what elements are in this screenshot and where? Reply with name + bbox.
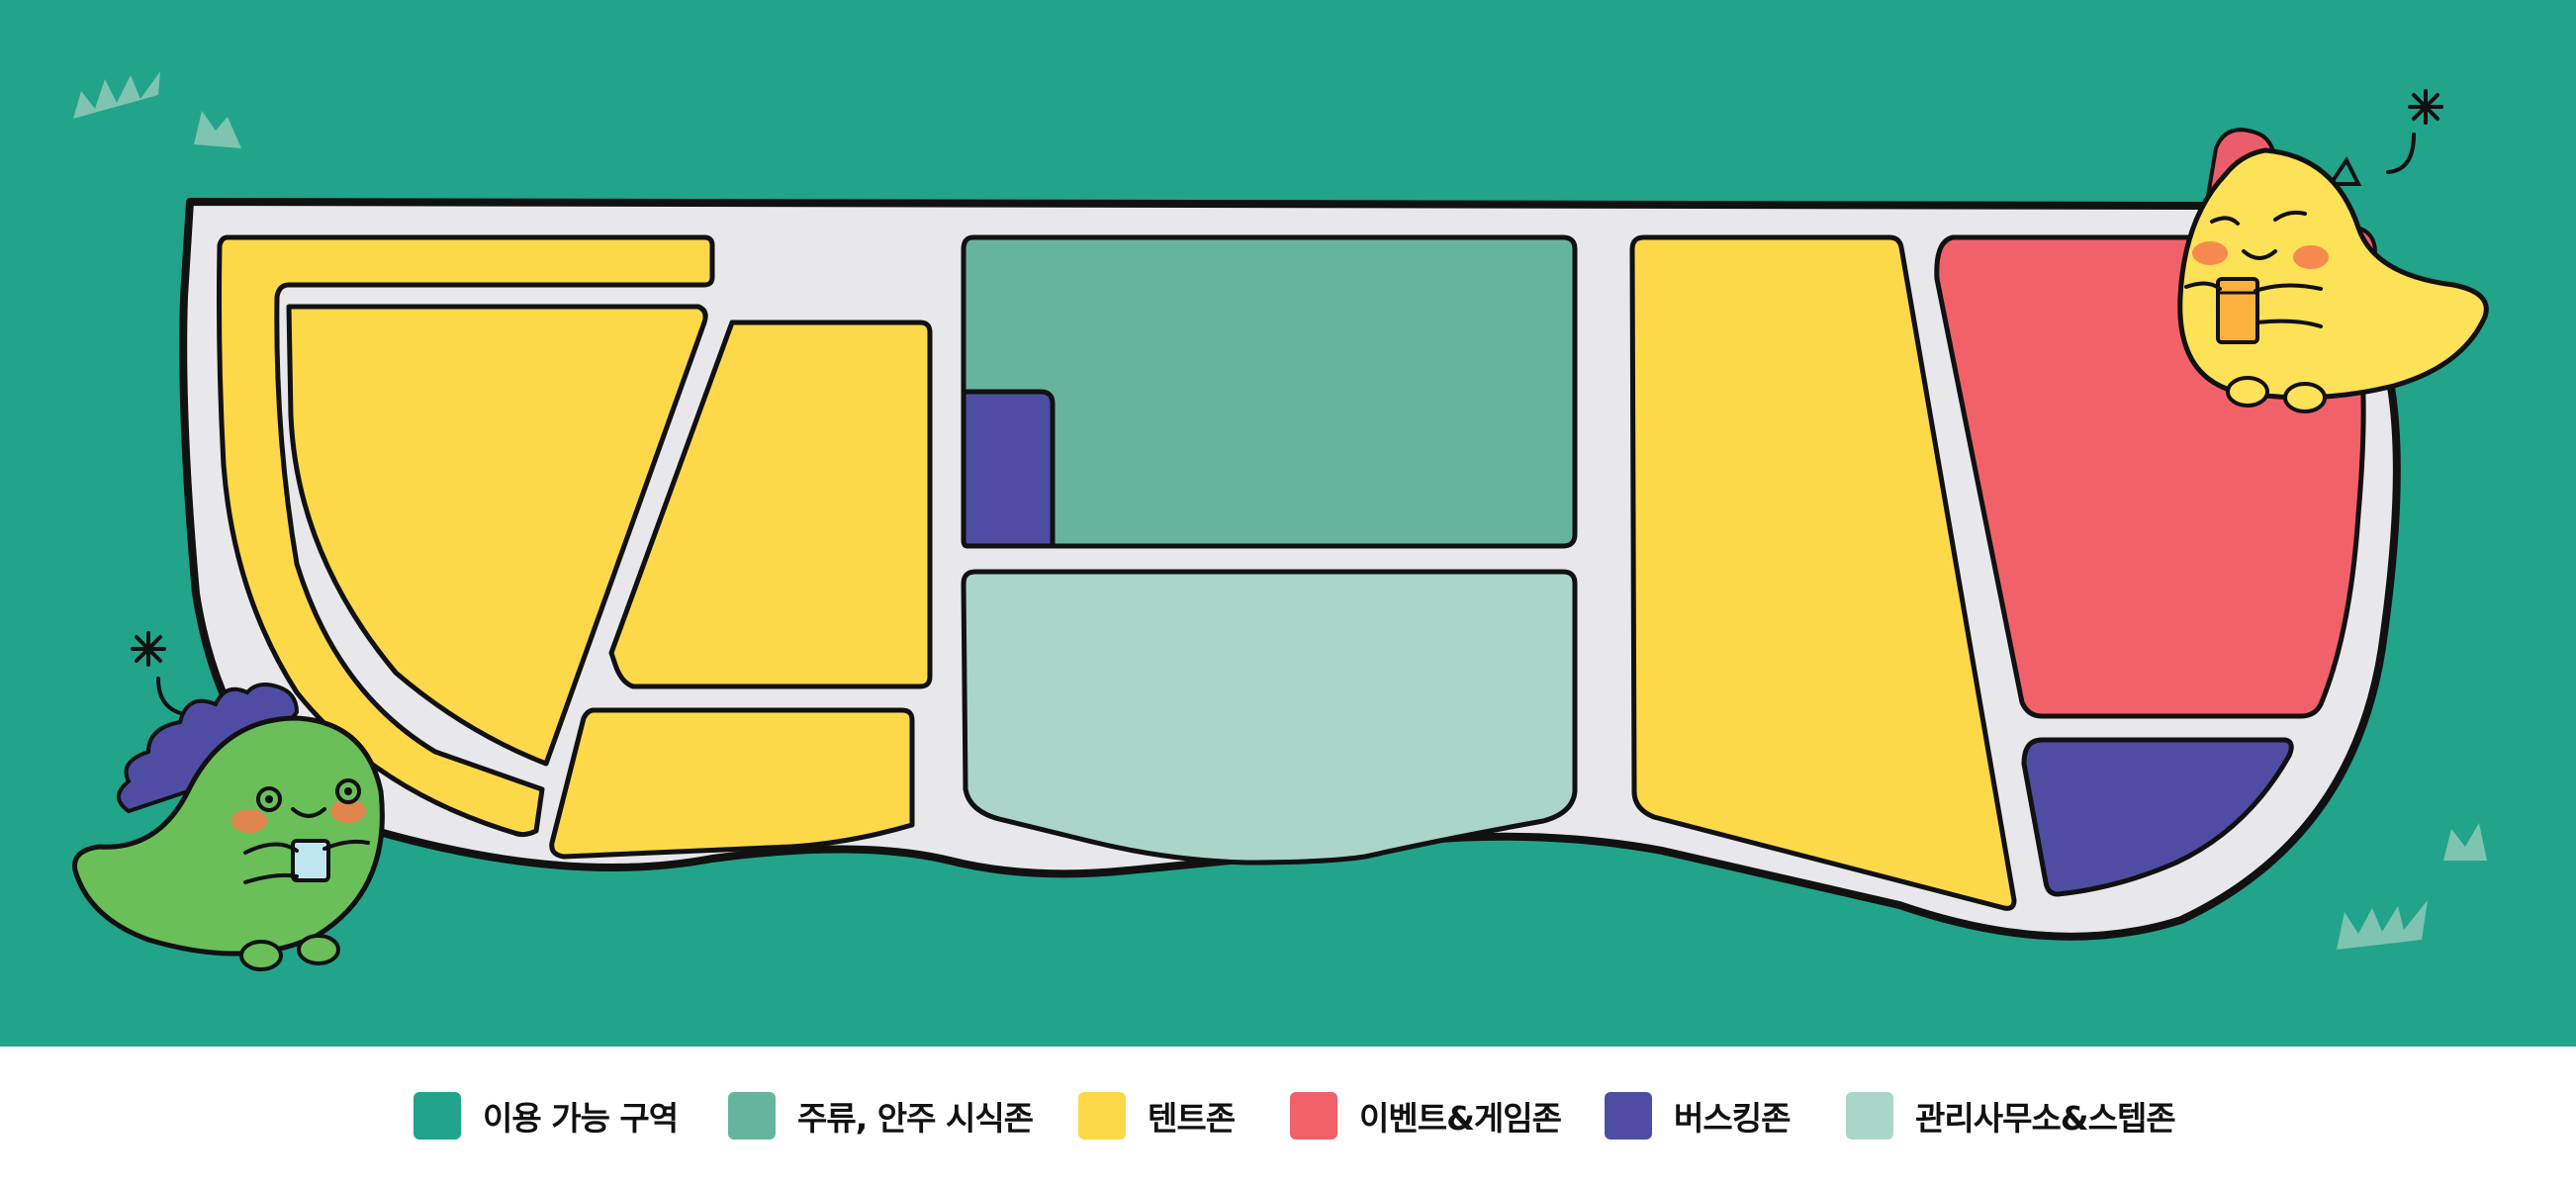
- legend-label: 이벤트&게임존: [1359, 1099, 1562, 1138]
- legend-item-drinking-zone: 주류, 안주 시식존: [728, 1090, 1034, 1141]
- legend-swatch: [1078, 1092, 1126, 1140]
- grass-tuft-icon: [2337, 900, 2428, 950]
- legend-item-tent-zone: 텐트존: [1078, 1090, 1236, 1141]
- legend-item-office-step-zone: 관리사무소&스텝존: [1846, 1090, 2176, 1141]
- legend-swatch: [414, 1092, 461, 1140]
- office-staff-zone[interactable]: [961, 569, 1578, 866]
- festival-map: [0, 0, 2576, 1047]
- legend-label: 텐트존: [1148, 1099, 1236, 1138]
- yellow-dinosaur-icon: [2177, 89, 2489, 413]
- grass-tuft-icon: [73, 71, 160, 119]
- legend-swatch: [1290, 1092, 1337, 1140]
- grass-tuft-icon: [194, 111, 241, 148]
- legend-item-event-game-zone: 이벤트&게임존: [1290, 1090, 1562, 1141]
- legend-label: 주류, 안주 시식존: [797, 1099, 1034, 1138]
- busking-zone-small[interactable]: [961, 389, 1056, 549]
- grass-tuft-icon: [2443, 823, 2487, 861]
- legend-swatch: [1846, 1092, 1893, 1140]
- legend-label: 이용 가능 구역: [483, 1099, 679, 1138]
- map-legend: 이용 가능 구역 주류, 안주 시식존 텐트존 이벤트&게임존 버스킹존 관리사…: [0, 1047, 2576, 1186]
- legend-swatch: [1605, 1092, 1652, 1140]
- legend-item-busking-zone: 버스킹존: [1605, 1090, 1791, 1141]
- legend-label: 버스킹존: [1674, 1099, 1791, 1138]
- map-illustration: [72, 71, 2489, 971]
- drinking-zone[interactable]: [961, 234, 1578, 549]
- tent-zone-bottom-block[interactable]: [549, 707, 915, 860]
- legend-swatch: [728, 1092, 776, 1140]
- legend-label: 관리사무소&스텝존: [1915, 1099, 2176, 1138]
- legend-item-available-area: 이용 가능 구역: [414, 1090, 679, 1141]
